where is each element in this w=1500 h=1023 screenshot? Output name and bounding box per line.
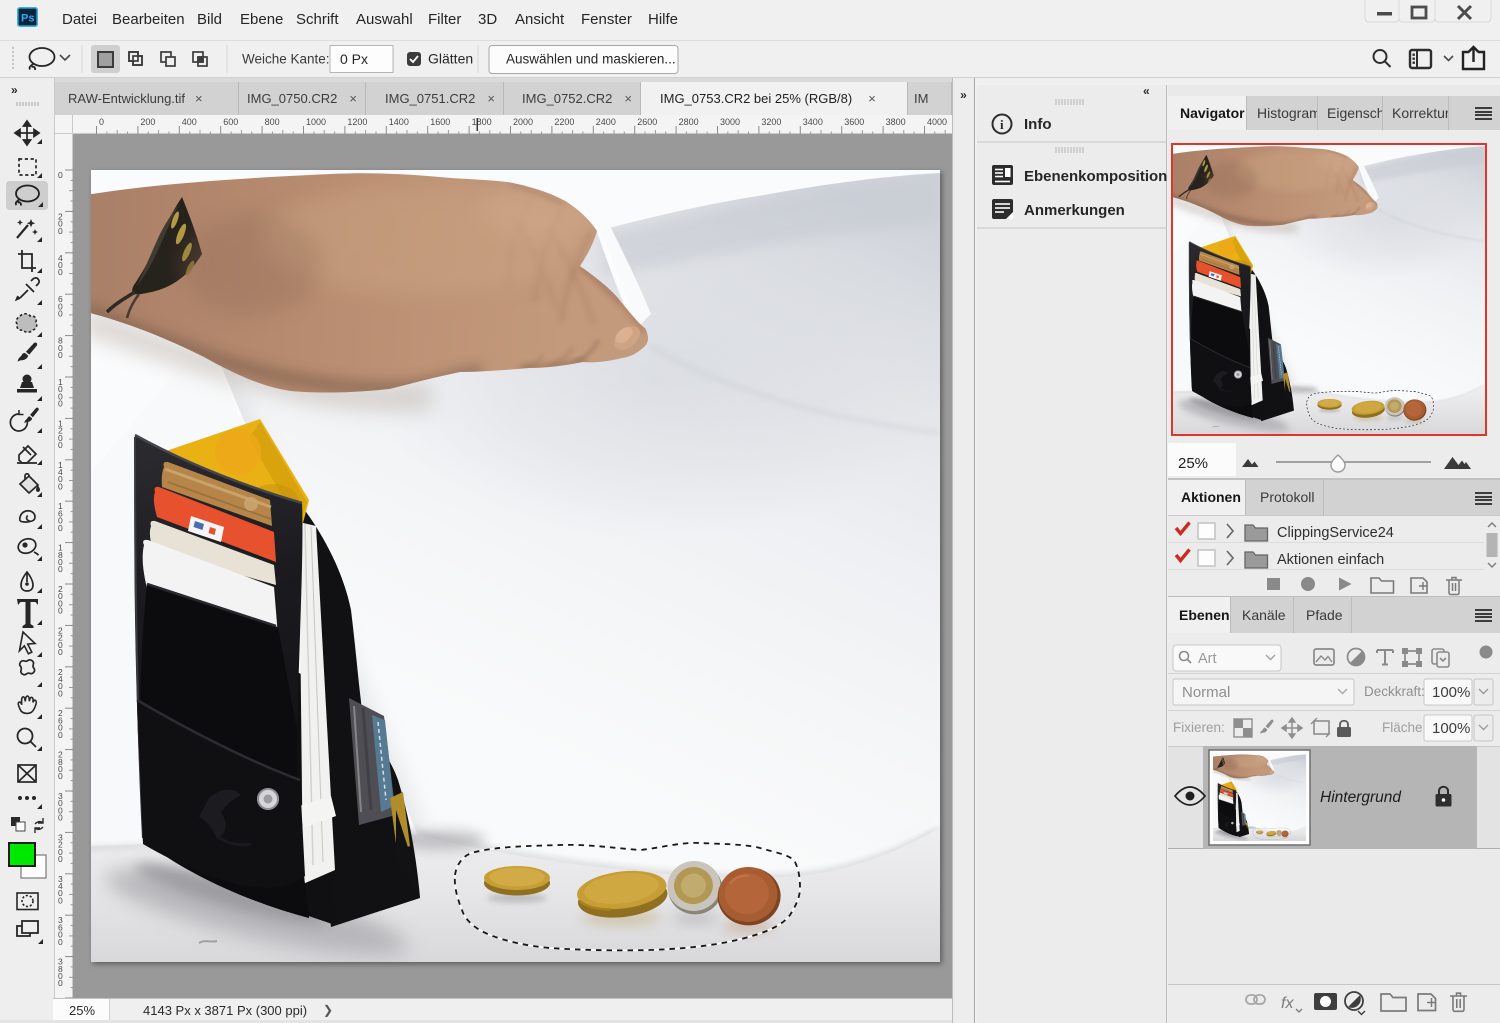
svg-text:0: 0 [58, 606, 63, 616]
svg-text:i: i [1000, 117, 1004, 132]
svg-text:3800: 3800 [886, 117, 906, 127]
svg-text:1000: 1000 [306, 117, 326, 127]
svg-text:0: 0 [58, 647, 63, 657]
svg-text:Glätten: Glätten [428, 51, 473, 67]
svg-text:0: 0 [58, 399, 63, 409]
svg-text:Anmerkungen: Anmerkungen [1024, 202, 1125, 219]
svg-text:25%: 25% [1178, 455, 1208, 472]
svg-text:100%: 100% [1432, 720, 1470, 737]
svg-text:Info: Info [1024, 116, 1052, 133]
svg-text:0: 0 [58, 350, 63, 360]
svg-text:0: 0 [58, 564, 63, 574]
svg-text:0: 0 [58, 170, 63, 180]
svg-text:2000: 2000 [513, 117, 533, 127]
svg-text:0: 0 [58, 937, 63, 947]
svg-text:0: 0 [58, 895, 63, 905]
svg-text:Ebenenkomposition: Ebenenkomposition [1024, 168, 1167, 185]
svg-text:ClippingService24: ClippingService24 [1277, 525, 1394, 541]
svg-text:0 Px: 0 Px [340, 51, 368, 67]
svg-text:0: 0 [58, 730, 63, 740]
svg-text:Ps: Ps [21, 13, 34, 25]
svg-text:0: 0 [58, 688, 63, 698]
svg-text:3000: 3000 [720, 117, 740, 127]
svg-text:200: 200 [140, 117, 155, 127]
svg-text:Art: Art [1198, 651, 1217, 667]
svg-text:Fixieren:: Fixieren: [1173, 720, 1225, 735]
svg-text:100%: 100% [1432, 684, 1470, 701]
svg-text:0: 0 [58, 309, 63, 319]
svg-text:0: 0 [58, 267, 63, 277]
svg-text:0: 0 [58, 440, 63, 450]
svg-text:800: 800 [265, 117, 280, 127]
svg-text:Auswählen und maskieren...: Auswählen und maskieren... [506, 52, 676, 67]
svg-text:Normal: Normal [1182, 684, 1230, 701]
svg-text:0: 0 [58, 523, 63, 533]
svg-text:»: » [11, 83, 18, 97]
svg-text:Fläche:: Fläche: [1382, 720, 1426, 735]
svg-text:3600: 3600 [844, 117, 864, 127]
svg-text:600: 600 [223, 117, 238, 127]
svg-text:2800: 2800 [679, 117, 699, 127]
svg-text:2400: 2400 [596, 117, 616, 127]
svg-text:Aktionen einfach: Aktionen einfach [1277, 552, 1384, 568]
svg-text:Hintergrund: Hintergrund [1320, 789, 1402, 806]
svg-text:2600: 2600 [637, 117, 657, 127]
svg-text:2200: 2200 [554, 117, 574, 127]
svg-text:1600: 1600 [430, 117, 450, 127]
svg-text:0: 0 [58, 481, 63, 491]
svg-text:1800: 1800 [472, 117, 492, 127]
svg-text:1400: 1400 [389, 117, 409, 127]
svg-text:400: 400 [182, 117, 197, 127]
svg-text:3200: 3200 [761, 117, 781, 127]
svg-text:0: 0 [58, 813, 63, 823]
svg-text:0: 0 [58, 978, 63, 988]
svg-text:3400: 3400 [803, 117, 823, 127]
svg-text:Weiche Kante:: Weiche Kante: [242, 52, 330, 67]
svg-text:0: 0 [58, 854, 63, 864]
svg-text:Deckkraft:: Deckkraft: [1364, 684, 1425, 699]
svg-text:fx: fx [1281, 995, 1294, 1012]
svg-text:0: 0 [58, 226, 63, 236]
svg-text:4000: 4000 [927, 117, 947, 127]
svg-text:1200: 1200 [347, 117, 367, 127]
svg-text:0: 0 [99, 117, 104, 127]
svg-text:0: 0 [58, 771, 63, 781]
